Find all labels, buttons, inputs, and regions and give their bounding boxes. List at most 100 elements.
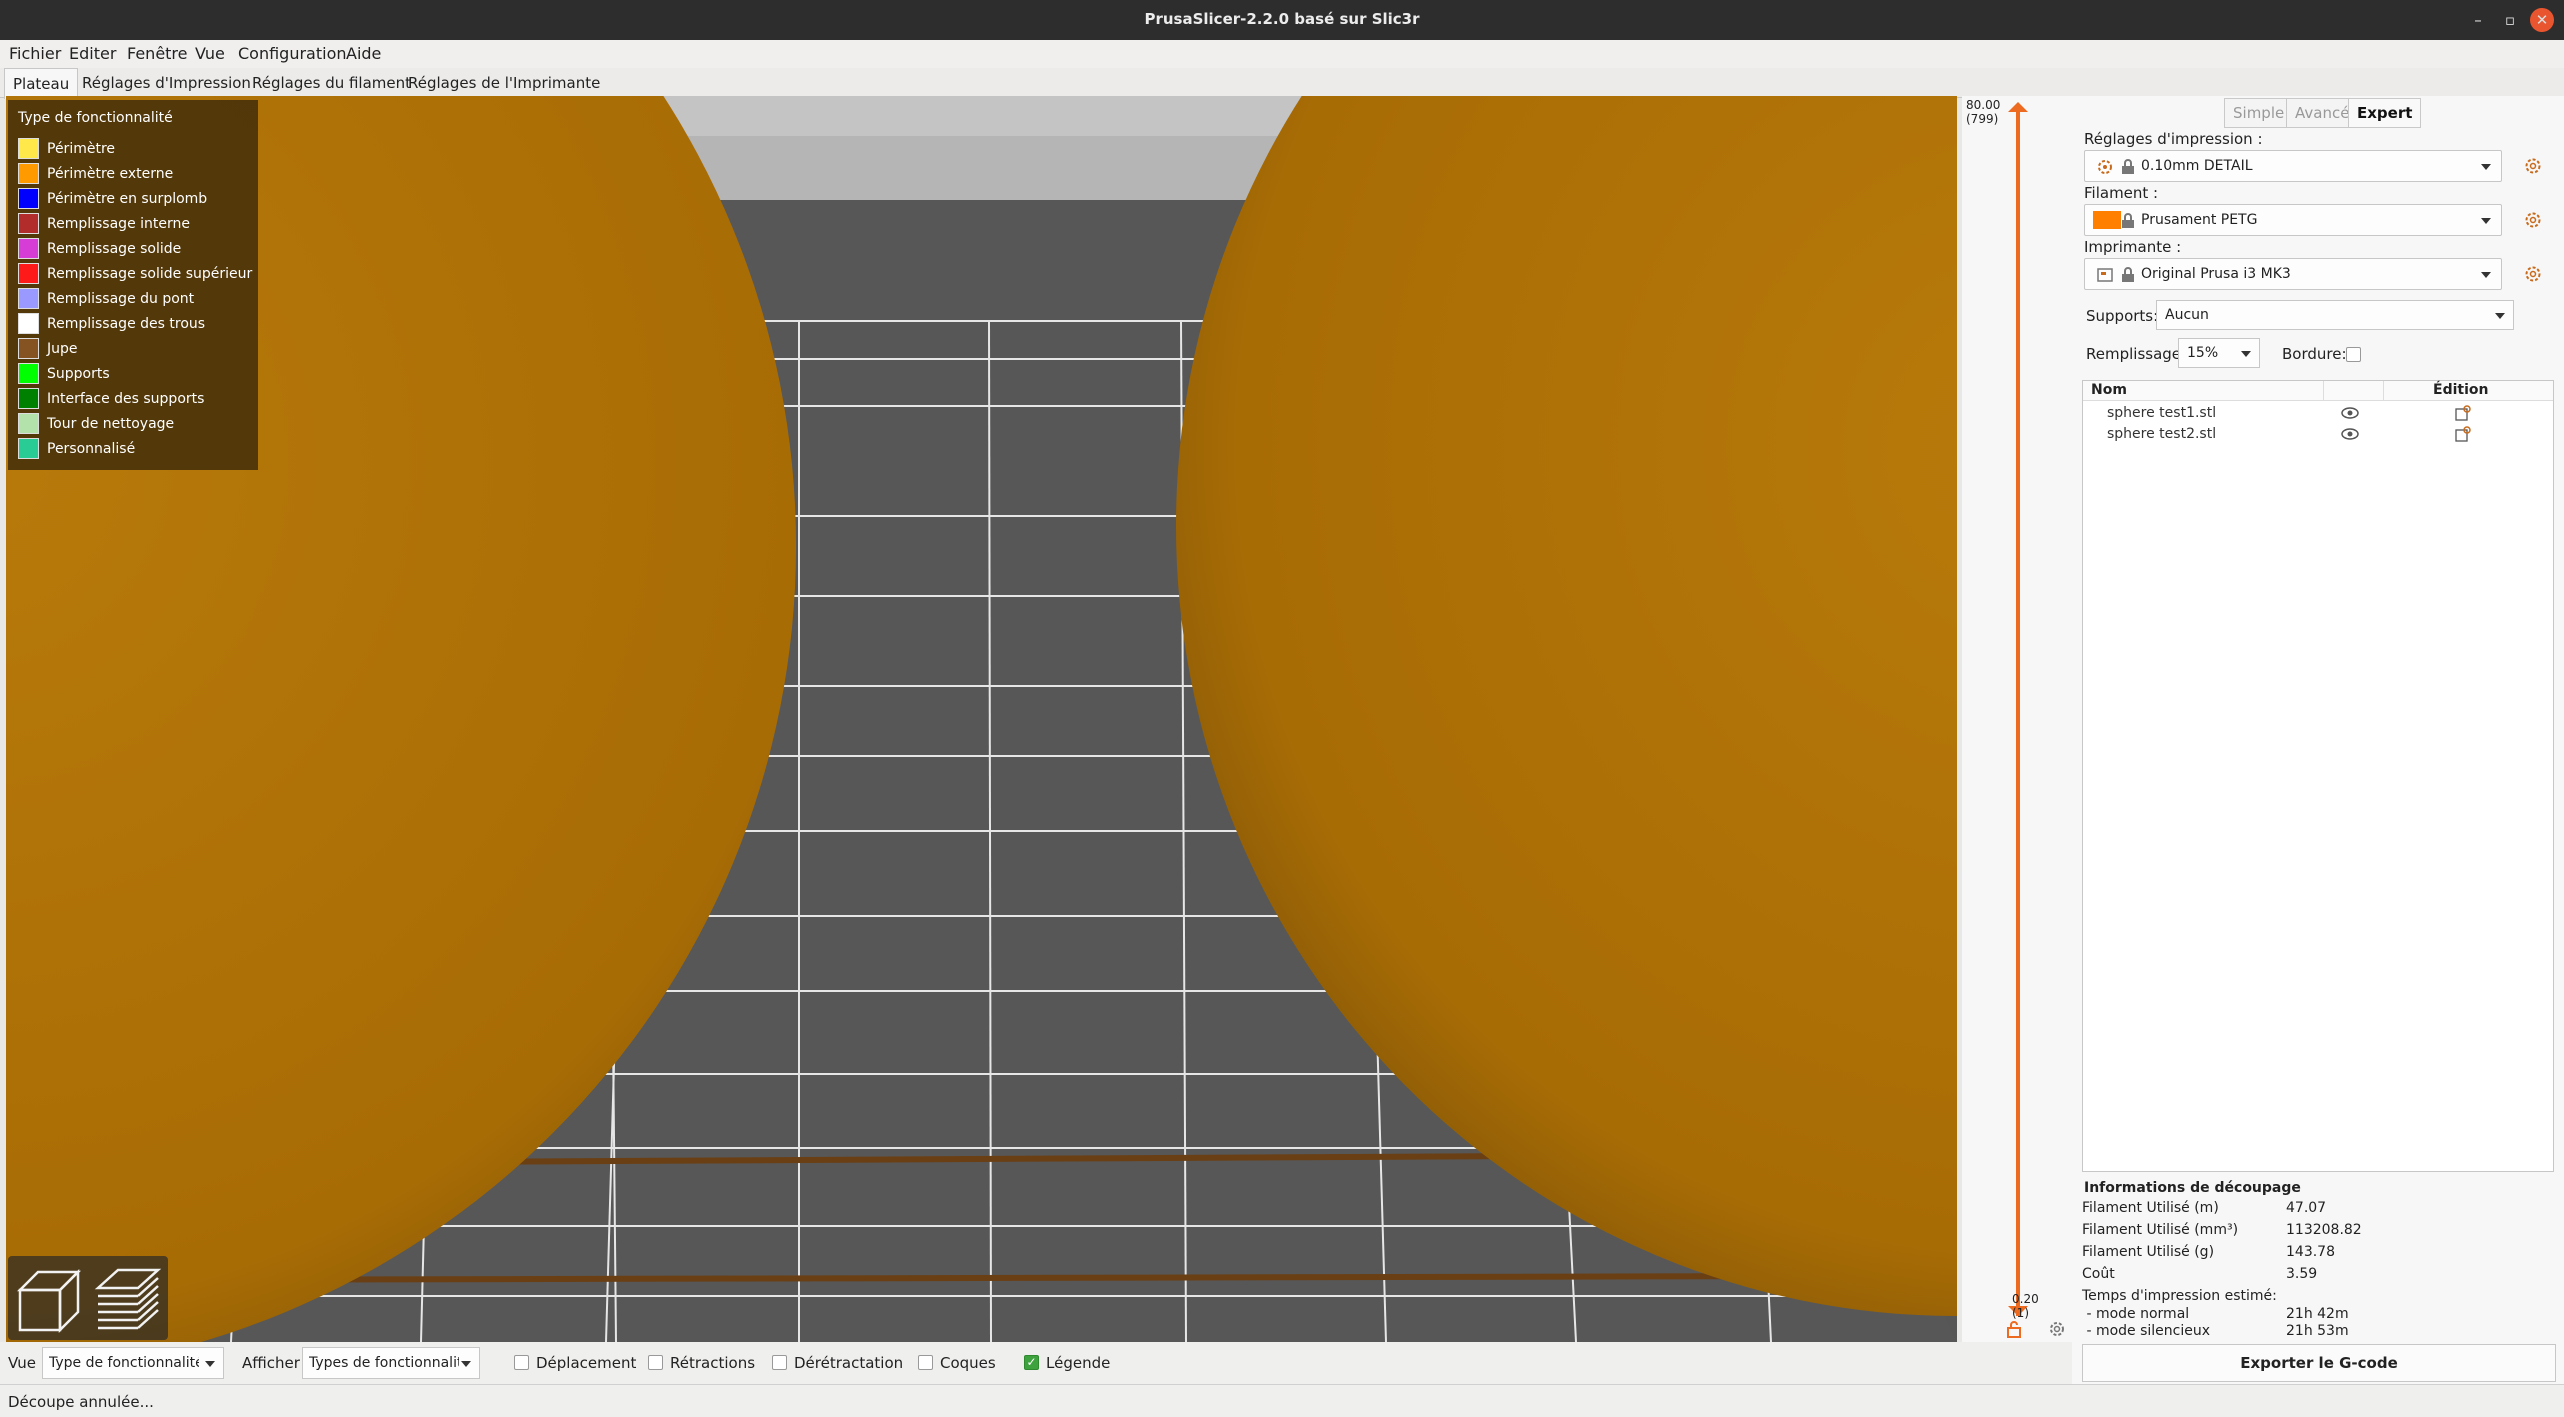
slice-info-key: - mode normal — [2082, 1306, 2190, 1322]
tab-filament-settings[interactable]: Réglages du filament — [244, 68, 419, 98]
mode-simple-button[interactable]: Simple — [2224, 98, 2294, 128]
slice-info-value: 21h 53m — [2286, 1323, 2349, 1339]
legend-label: Remplissage solide — [47, 240, 182, 257]
slider-bottom-layer: (1) — [2012, 1306, 2029, 1320]
legend-item: Périmètre — [18, 136, 258, 161]
slider-top-thumb[interactable] — [2008, 102, 2028, 112]
slice-info-key: Filament Utilisé (mm³) — [2082, 1222, 2239, 1238]
legend-swatch — [18, 313, 39, 334]
cog-icon[interactable] — [2048, 1320, 2066, 1338]
legend-label: Périmètre en surplomb — [47, 190, 208, 207]
legend-label: Interface des supports — [47, 390, 205, 407]
legend-item: Remplissage solide — [18, 236, 258, 261]
slice-info-row: Filament Utilisé (mm³) 113208.82 — [2082, 1222, 2554, 1242]
col-edit: Édition — [2433, 382, 2489, 398]
printer-icon — [2097, 268, 2113, 282]
maximize-button[interactable]: ▫ — [2498, 8, 2522, 32]
printer-select[interactable]: Original Prusa i3 MK3 — [2084, 258, 2502, 290]
gear-icon[interactable] — [2524, 265, 2542, 283]
layer-slider[interactable]: 80.00 (799) 0.20 (1) — [1962, 96, 2072, 1342]
legend-item: Remplissage du pont — [18, 286, 258, 311]
gear-icon[interactable] — [2524, 157, 2542, 175]
filament-label: Filament : — [2084, 184, 2159, 202]
gear-icon[interactable] — [2524, 211, 2542, 229]
edit-icon[interactable] — [2455, 405, 2471, 421]
3d-preview-canvas[interactable] — [6, 96, 1957, 1342]
legend-label: Tour de nettoyage — [47, 415, 175, 432]
supports-select[interactable]: Aucun — [2156, 300, 2514, 330]
eye-icon[interactable] — [2341, 427, 2359, 441]
slice-info-row: Filament Utilisé (g) 143.78 — [2082, 1244, 2554, 1264]
slider-top-layer: (799) — [1966, 112, 1999, 126]
mode-expert-button[interactable]: Expert — [2348, 98, 2422, 128]
menu-vue[interactable]: Vue — [195, 44, 225, 63]
slider-track[interactable] — [2016, 106, 2020, 1316]
legend-label: Jupe — [47, 340, 78, 357]
travel-label: Déplacement — [536, 1354, 637, 1372]
shells-checkbox[interactable] — [918, 1355, 933, 1370]
legend-swatch — [18, 413, 39, 434]
legend-title: Type de fonctionnalité — [18, 110, 173, 126]
object-list[interactable]: Nom Édition sphere test1.stl sphere test… — [2082, 380, 2554, 1172]
print-settings-select[interactable]: 0.10mm DETAIL — [2084, 150, 2502, 182]
printer-label: Imprimante : — [2084, 238, 2182, 256]
legend-swatch — [18, 288, 39, 309]
menu-fenetre[interactable]: Fenêtre — [127, 44, 188, 63]
sidebar: Simple Avancé Expert Réglages d'impressi… — [2072, 96, 2564, 1396]
travel-checkbox[interactable] — [514, 1355, 529, 1370]
legend-checkbox[interactable]: ✓ — [1024, 1355, 1039, 1370]
brim-label: Bordure: — [2282, 345, 2347, 363]
legend-item: Remplissage des trous — [18, 311, 258, 336]
brim-checkbox[interactable] — [2346, 347, 2361, 362]
menu-editer[interactable]: Editer — [69, 44, 116, 63]
menu-configuration[interactable]: Configuration — [238, 44, 347, 63]
legend-label: Remplissage des trous — [47, 315, 206, 332]
tab-print-settings[interactable]: Réglages d'Impression — [74, 68, 259, 98]
deretraction-checkbox[interactable] — [772, 1355, 787, 1370]
infill-select[interactable]: 15% — [2178, 338, 2260, 368]
status-text: Découpe annulée... — [8, 1393, 154, 1411]
menu-aide[interactable]: Aide — [346, 44, 381, 63]
lock-icon[interactable] — [2006, 1320, 2022, 1338]
tab-plateau[interactable]: Plateau — [4, 68, 79, 99]
legend-swatch — [18, 238, 39, 259]
menu-fichier[interactable]: Fichier — [9, 44, 61, 63]
title-bar: PrusaSlicer-2.2.0 basé sur Slic3r – ▫ ✕ — [0, 0, 2564, 40]
slice-info-key: Filament Utilisé (g) — [2082, 1244, 2215, 1260]
col-name: Nom — [2091, 382, 2127, 398]
view-type-select[interactable]: Type de fonctionnalité — [42, 1347, 224, 1379]
edit-icon[interactable] — [2455, 426, 2471, 442]
show-type-value: Types de fonctionnalit — [309, 1355, 459, 1371]
minimize-button[interactable]: – — [2466, 8, 2490, 32]
filament-select[interactable]: Prusament PETG — [2084, 204, 2502, 236]
close-button[interactable]: ✕ — [2530, 8, 2554, 32]
legend-label: Légende — [1046, 1354, 1111, 1372]
supports-label: Supports: — [2086, 307, 2159, 325]
legend-item: Personnalisé — [18, 436, 258, 461]
legend-swatch — [18, 138, 39, 159]
layers-view-icon[interactable] — [92, 1264, 162, 1334]
legend-swatch — [18, 213, 39, 234]
tab-printer-settings[interactable]: Réglages de l'Imprimante — [400, 68, 608, 98]
legend-swatch — [18, 263, 39, 284]
export-gcode-button[interactable]: Exporter le G-code — [2082, 1344, 2556, 1382]
view-type-value: Type de fonctionnalité — [49, 1355, 199, 1371]
object-row[interactable]: sphere test2.stl — [2083, 424, 2553, 445]
legend-item: Remplissage solide supérieur — [18, 261, 258, 286]
legend-swatch — [18, 363, 39, 384]
slice-info-value: 21h 42m — [2286, 1306, 2349, 1322]
retractions-checkbox[interactable] — [648, 1355, 663, 1370]
deretraction-label: Dérétractation — [794, 1354, 904, 1372]
feature-legend: Type de fonctionnalité Périmètre Périmèt… — [8, 100, 258, 470]
eye-icon[interactable] — [2341, 406, 2359, 420]
slice-info-row: Coût 3.59 — [2082, 1266, 2554, 1286]
3d-view-icon[interactable] — [14, 1264, 84, 1334]
object-row[interactable]: sphere test1.stl — [2083, 403, 2553, 424]
preview-toolbar: Vue Type de fonctionnalité Afficher Type… — [0, 1342, 2072, 1384]
slice-info-key: Temps d'impression estimé: — [2082, 1288, 2277, 1304]
filament-color-swatch[interactable] — [2093, 211, 2121, 229]
shells-label: Coques — [940, 1354, 996, 1372]
supports-value: Aucun — [2165, 307, 2209, 323]
legend-label: Périmètre externe — [47, 165, 174, 182]
show-type-select[interactable]: Types de fonctionnalit — [302, 1347, 480, 1379]
